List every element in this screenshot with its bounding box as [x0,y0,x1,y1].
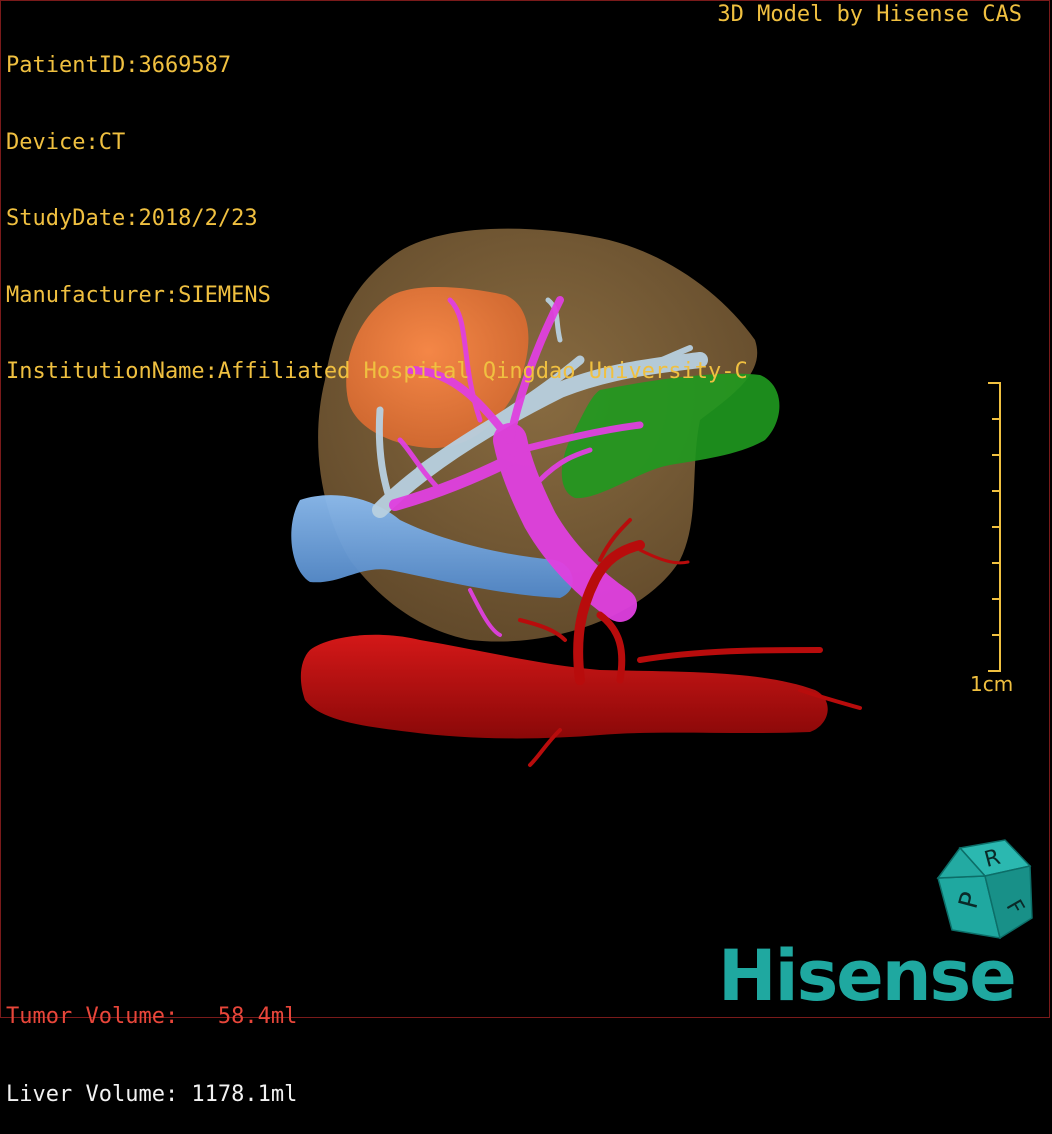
orientation-cube-icon[interactable]: P R F [930,838,1040,948]
patient-id-text: PatientID:3669587 [6,53,232,78]
liver-volume-text: Liver Volume: 1178.1ml [6,1082,298,1107]
scale-bar-label: 1cm [970,672,1014,696]
study-date-text: StudyDate:2018/2/23 [6,206,258,231]
device-text: Device:CT [6,129,126,155]
manufacturer-text: Manufacturer:SIEMENS [6,282,271,308]
institution-text: InstitutionName:Affiliated Hospital Qing… [6,359,748,384]
volume-panel: Tumor Volume: 58.4ml Liver Volume: 1178.… [6,952,297,1134]
scale-bar [988,382,1001,672]
model-credit-text: 3D Model by Hisense CAS [717,2,1022,27]
study-info-panel: PatientID:3669587 Device:CT StudyDate:20… [6,2,748,410]
tumor-volume-text: Tumor Volume: 58.4ml [6,1004,298,1029]
hisense-logo: Hisense [718,935,1017,1017]
